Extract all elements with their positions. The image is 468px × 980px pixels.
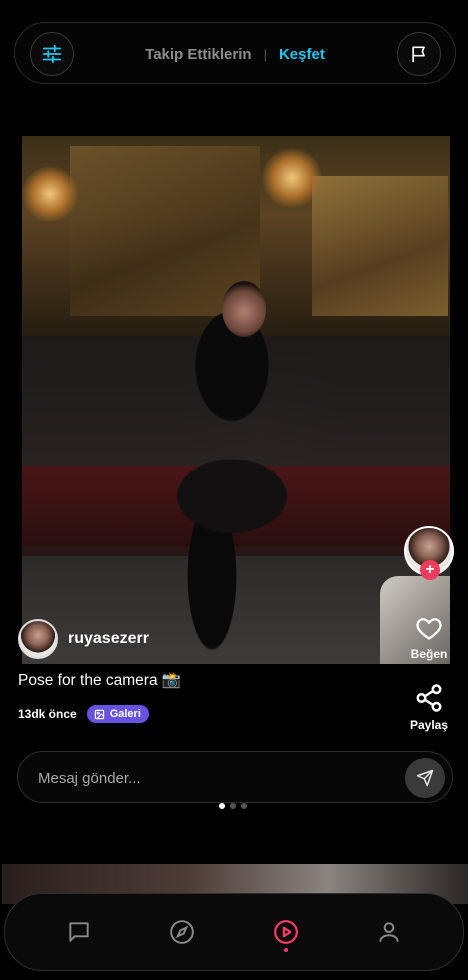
carousel-dot[interactable] <box>230 803 236 809</box>
post-photo[interactable] <box>22 136 450 664</box>
report-button[interactable] <box>397 32 441 76</box>
active-indicator <box>283 948 288 952</box>
carousel-dot[interactable] <box>219 803 225 809</box>
send-icon <box>416 769 434 787</box>
like-label: Beğen <box>410 647 448 661</box>
nav-profile[interactable] <box>359 902 419 962</box>
flag-icon <box>412 46 425 63</box>
avatar[interactable] <box>18 619 58 659</box>
photo-detail <box>222 281 266 337</box>
post-caption: Pose for the camera 📸 <box>18 672 182 689</box>
send-button[interactable] <box>405 758 445 798</box>
photo-detail <box>262 148 322 208</box>
author-name[interactable]: ruyasezerr <box>68 630 149 648</box>
nav-explore[interactable] <box>152 902 212 962</box>
share-label: Paylaş <box>409 718 449 732</box>
tab-separator: | <box>263 46 267 62</box>
compass-icon <box>170 920 195 944</box>
message-input[interactable] <box>36 752 400 804</box>
nav-reels[interactable] <box>256 902 316 962</box>
feed-tabs: Takip Ettiklerin | Keşfet <box>15 23 455 85</box>
top-bar: Takip Ettiklerin | Keşfet <box>14 22 456 84</box>
photo-detail <box>22 166 78 222</box>
share-icon <box>416 684 442 712</box>
user-icon <box>379 922 399 942</box>
image-icon <box>94 709 104 719</box>
post-time: 13dk önce <box>18 707 77 721</box>
follow-author[interactable]: + <box>404 526 454 580</box>
bottom-nav <box>4 893 464 971</box>
photo-detail <box>312 176 448 316</box>
gallery-badge[interactable]: Galeri <box>86 705 149 723</box>
carousel-indicator <box>219 803 247 809</box>
play-circle-icon <box>273 920 298 944</box>
post-meta: 13dk önce Galeri <box>18 705 149 723</box>
share-button[interactable]: Paylaş <box>399 683 459 732</box>
nav-messages[interactable] <box>49 902 109 962</box>
post-author[interactable]: ruyasezerr <box>18 619 149 659</box>
carousel-dot[interactable] <box>241 803 247 809</box>
message-bar <box>17 751 453 804</box>
like-button[interactable]: Beğen <box>399 614 459 661</box>
chat-icon <box>69 922 89 942</box>
tab-explore[interactable]: Keşfet <box>279 46 325 63</box>
follow-button[interactable]: + <box>420 560 440 580</box>
gallery-badge-label: Galeri <box>109 708 141 720</box>
heart-icon <box>416 618 442 640</box>
tab-following[interactable]: Takip Ettiklerin <box>145 46 251 63</box>
